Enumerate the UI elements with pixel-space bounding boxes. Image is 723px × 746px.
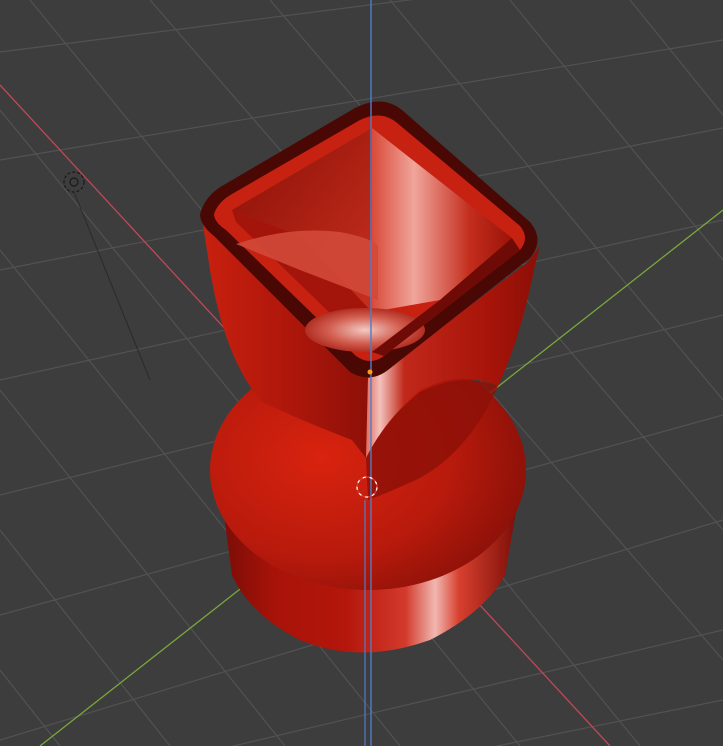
red-vase-object[interactable] bbox=[200, 101, 540, 653]
3d-viewport[interactable] bbox=[0, 0, 723, 746]
viewport-canvas[interactable] bbox=[0, 0, 723, 746]
object-origin-dot-icon[interactable] bbox=[367, 369, 373, 375]
